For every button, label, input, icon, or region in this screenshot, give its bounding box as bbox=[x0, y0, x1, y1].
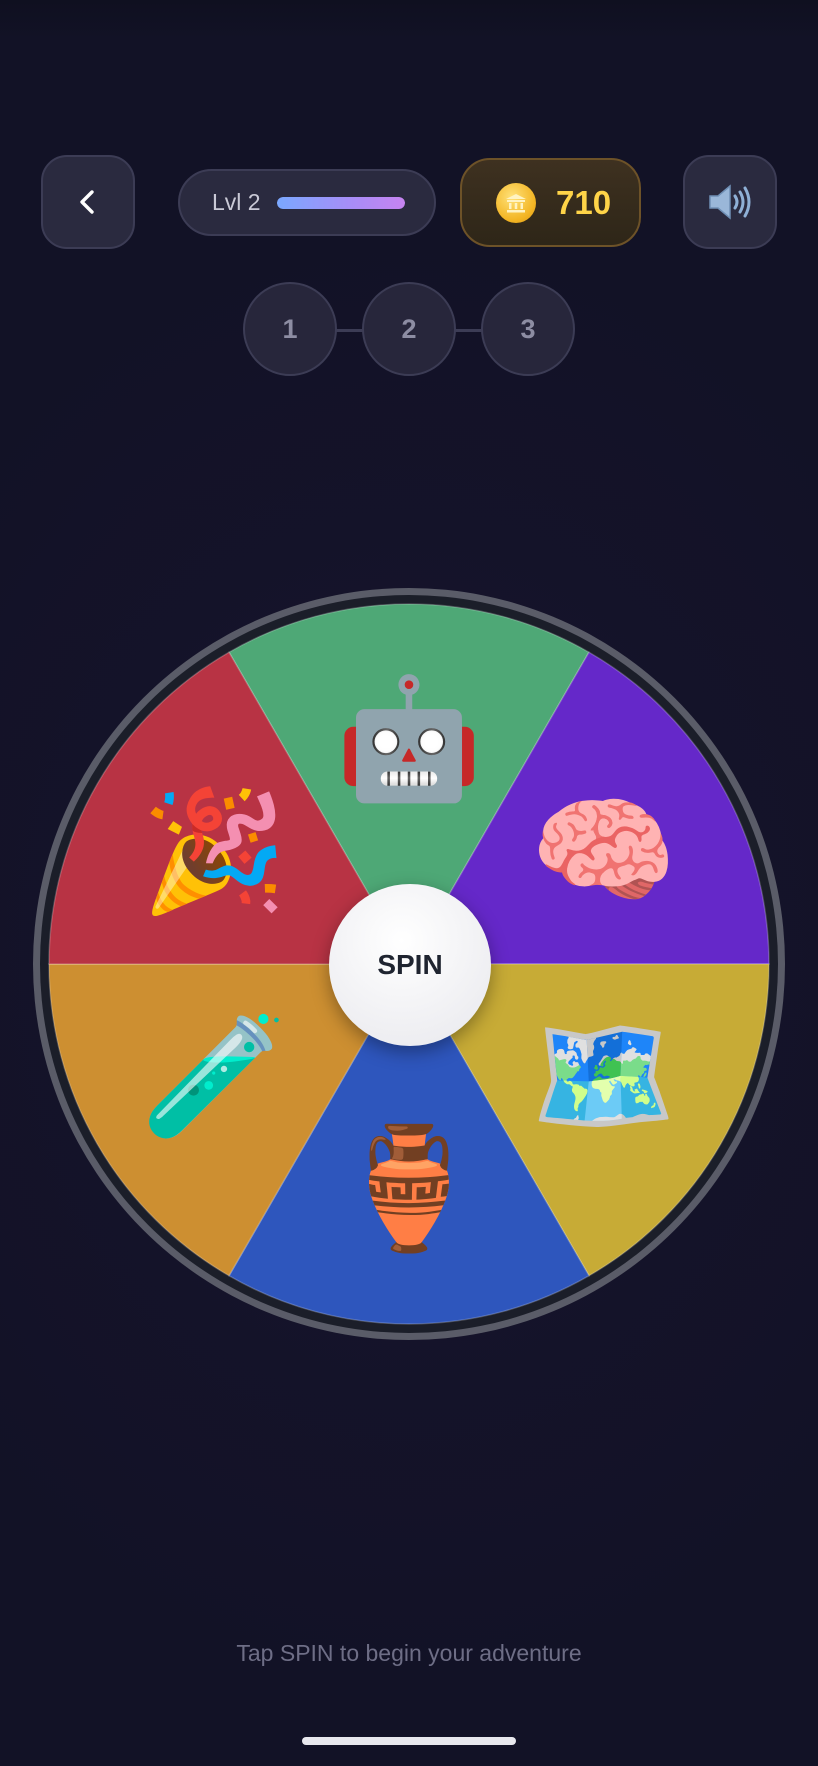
step-indicator: 1 2 3 bbox=[0, 282, 818, 378]
spin-button[interactable]: SPIN bbox=[329, 884, 491, 1046]
level-progress-bar bbox=[276, 196, 405, 209]
back-button[interactable] bbox=[41, 155, 135, 249]
sound-button[interactable] bbox=[683, 155, 777, 249]
party-popper-icon: 🎉 bbox=[141, 785, 288, 922]
step-1: 1 bbox=[243, 282, 337, 376]
step-3: 3 bbox=[481, 282, 575, 376]
coin-count: 710 bbox=[556, 183, 612, 221]
home-indicator bbox=[302, 1737, 516, 1745]
step-2: 2 bbox=[362, 282, 456, 376]
status-bar-fade bbox=[0, 0, 818, 40]
robot-icon: 🤖 bbox=[336, 672, 483, 805]
hint-text: Tap SPIN to begin your adventure bbox=[236, 1640, 582, 1666]
test-tube-icon: 🧪 bbox=[141, 1011, 288, 1143]
speaker-icon bbox=[709, 184, 751, 220]
level-indicator: Lvl 2 bbox=[178, 169, 436, 236]
level-label: Lvl 2 bbox=[212, 189, 261, 215]
level-progress-fill bbox=[276, 196, 405, 209]
amphora-icon: 🏺 bbox=[336, 1122, 483, 1255]
brain-icon: 🧠 bbox=[530, 786, 677, 918]
map-icon: 🗺️ bbox=[530, 1011, 677, 1143]
coin-icon bbox=[496, 182, 536, 223]
chevron-left-icon bbox=[80, 190, 94, 214]
coin-balance[interactable]: 710 bbox=[460, 158, 641, 247]
